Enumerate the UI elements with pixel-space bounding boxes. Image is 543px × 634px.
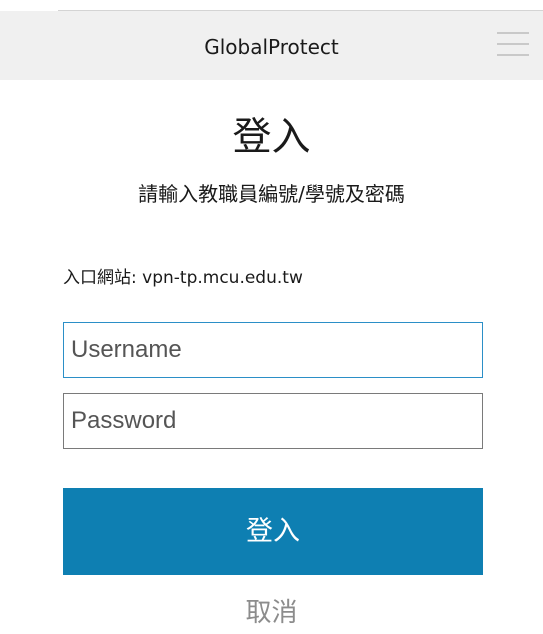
app-title: GlobalProtect <box>204 35 339 59</box>
globalprotect-window: GlobalProtect 登入 請輸入教職員編號/學號及密碼 入口網站: vp… <box>0 0 543 634</box>
portal-info: 入口網站: vpn-tp.mcu.edu.tw <box>63 266 303 290</box>
password-input[interactable] <box>63 393 483 449</box>
login-instructions: 請輸入教職員編號/學號及密碼 <box>138 182 405 206</box>
portal-address: vpn-tp.mcu.edu.tw <box>142 268 303 288</box>
username-input[interactable] <box>63 322 483 378</box>
login-button[interactable]: 登入 <box>63 488 483 575</box>
header-bar: GlobalProtect <box>0 11 543 80</box>
hamburger-menu-icon[interactable] <box>497 29 529 59</box>
page-title: 登入 <box>232 115 311 160</box>
portal-label: 入口網站: <box>63 268 137 288</box>
cancel-link[interactable]: 取消 <box>0 596 543 630</box>
